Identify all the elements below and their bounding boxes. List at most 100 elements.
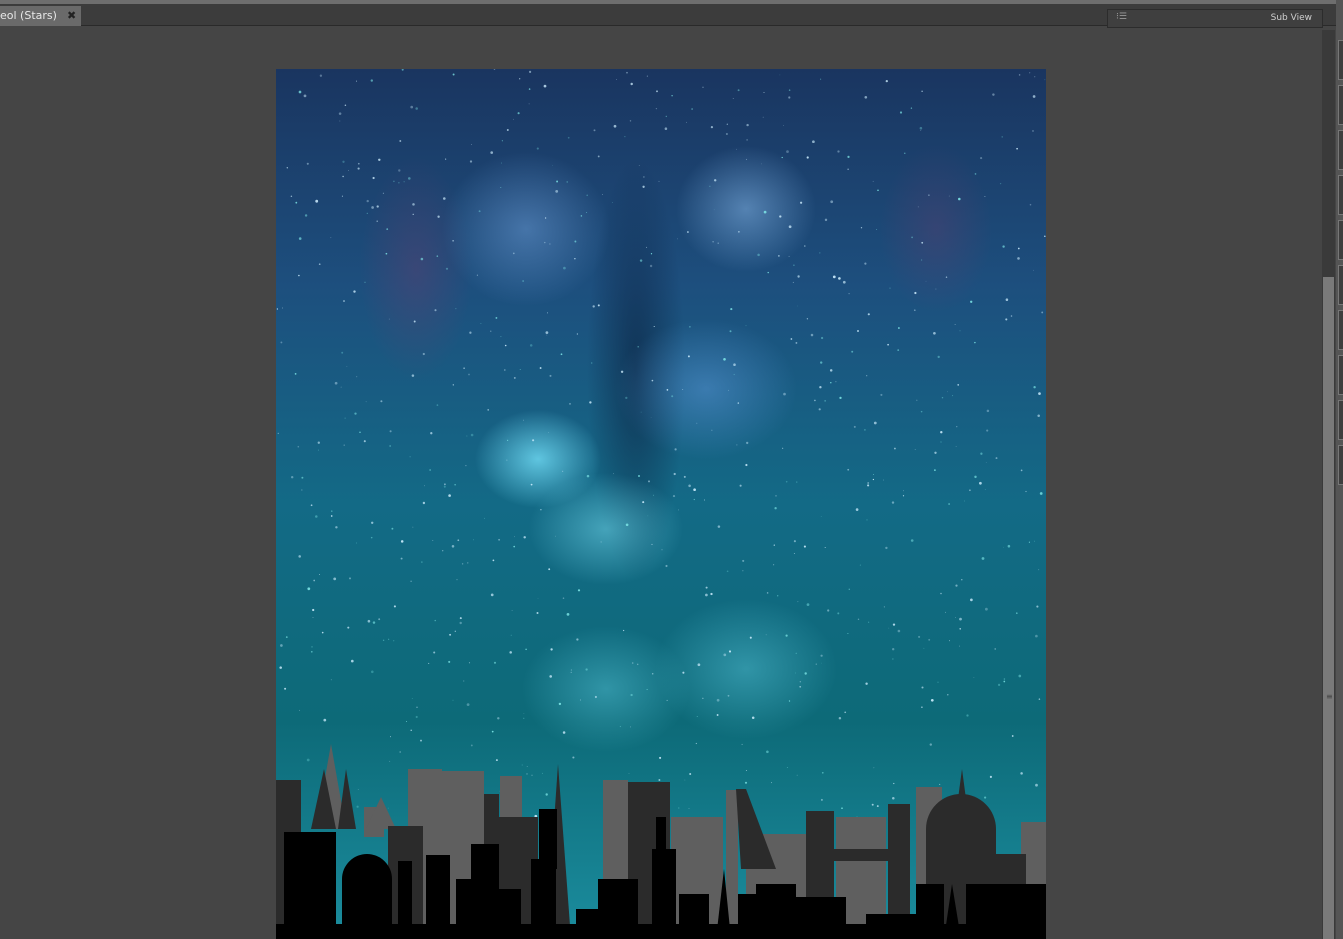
star (985, 607, 988, 611)
star (940, 592, 942, 595)
panel-slot[interactable] (1338, 310, 1343, 350)
star (529, 344, 533, 347)
star (842, 280, 846, 284)
scrollbar-thumb[interactable]: ≡ (1323, 277, 1334, 939)
document-tab[interactable]: eol (Stars) ✖ (0, 6, 81, 26)
star (934, 451, 937, 454)
star (914, 291, 917, 295)
panel-slot[interactable] (1338, 265, 1343, 305)
star (1029, 203, 1032, 206)
star (1036, 605, 1039, 608)
star (434, 309, 437, 312)
star (350, 659, 354, 663)
star (548, 432, 549, 433)
star (646, 75, 648, 77)
drawing-canvas[interactable] (276, 69, 1046, 939)
star (413, 320, 416, 323)
star (501, 162, 503, 164)
star (586, 474, 590, 478)
star (1010, 315, 1013, 317)
star (366, 212, 368, 215)
close-icon[interactable]: ✖ (67, 6, 76, 26)
panel-slot[interactable] (1338, 445, 1343, 485)
star (853, 425, 856, 428)
panel-slot[interactable] (1338, 40, 1343, 80)
star (810, 333, 814, 337)
star (710, 125, 714, 129)
star (442, 550, 444, 552)
star (847, 468, 850, 471)
star (330, 237, 332, 239)
star (921, 241, 924, 244)
star (411, 374, 415, 377)
star (923, 647, 925, 649)
star (567, 136, 570, 139)
star (804, 245, 806, 247)
star (420, 739, 422, 742)
star (974, 475, 977, 479)
star (955, 446, 957, 447)
vertical-scrollbar[interactable]: ≡ (1322, 30, 1335, 939)
star (444, 483, 446, 486)
star (795, 672, 796, 674)
star (973, 677, 975, 678)
star (786, 767, 788, 768)
star (851, 350, 854, 353)
star (782, 447, 784, 449)
star (867, 484, 870, 487)
star (773, 544, 775, 546)
panel-slot[interactable] (1338, 175, 1343, 215)
star (626, 71, 628, 74)
sub-view-panel-header[interactable]: ⁝☰ Sub View (1107, 9, 1323, 28)
star (702, 86, 704, 88)
star (860, 227, 863, 229)
panel-slot[interactable] (1338, 355, 1343, 395)
star (934, 469, 936, 471)
star (279, 666, 282, 669)
star (919, 126, 923, 130)
star (818, 408, 821, 411)
star (941, 396, 944, 399)
star (365, 401, 367, 403)
star (1018, 74, 1021, 76)
star (576, 638, 579, 641)
star (459, 621, 462, 625)
star (838, 716, 842, 720)
star (545, 793, 548, 796)
star (737, 402, 740, 404)
star (536, 612, 539, 614)
star (364, 281, 366, 283)
star (948, 195, 950, 197)
star (294, 373, 297, 375)
panel-slot[interactable] (1338, 130, 1343, 170)
star (683, 475, 686, 478)
panel-slot[interactable] (1338, 85, 1343, 125)
star (940, 431, 943, 434)
star (958, 197, 961, 201)
star (517, 112, 520, 115)
star (428, 662, 430, 664)
document-tab-title: eol (Stars) (0, 9, 57, 22)
star (370, 536, 373, 539)
star (286, 167, 288, 169)
star (913, 309, 916, 312)
star (319, 74, 323, 77)
star (688, 808, 690, 809)
star (795, 341, 798, 344)
star (452, 699, 454, 701)
star (647, 480, 651, 483)
star (388, 638, 390, 640)
star (959, 645, 961, 647)
star (443, 197, 446, 200)
star (556, 180, 559, 183)
star (757, 253, 760, 257)
star (984, 196, 986, 197)
panel-slot[interactable] (1338, 220, 1343, 260)
star (306, 758, 310, 762)
star (992, 93, 995, 96)
star (745, 158, 748, 161)
star (921, 259, 923, 261)
panel-slot[interactable] (1338, 400, 1343, 440)
star (651, 379, 654, 382)
panel-menu-icon[interactable]: ⁝☰ (1116, 12, 1127, 22)
